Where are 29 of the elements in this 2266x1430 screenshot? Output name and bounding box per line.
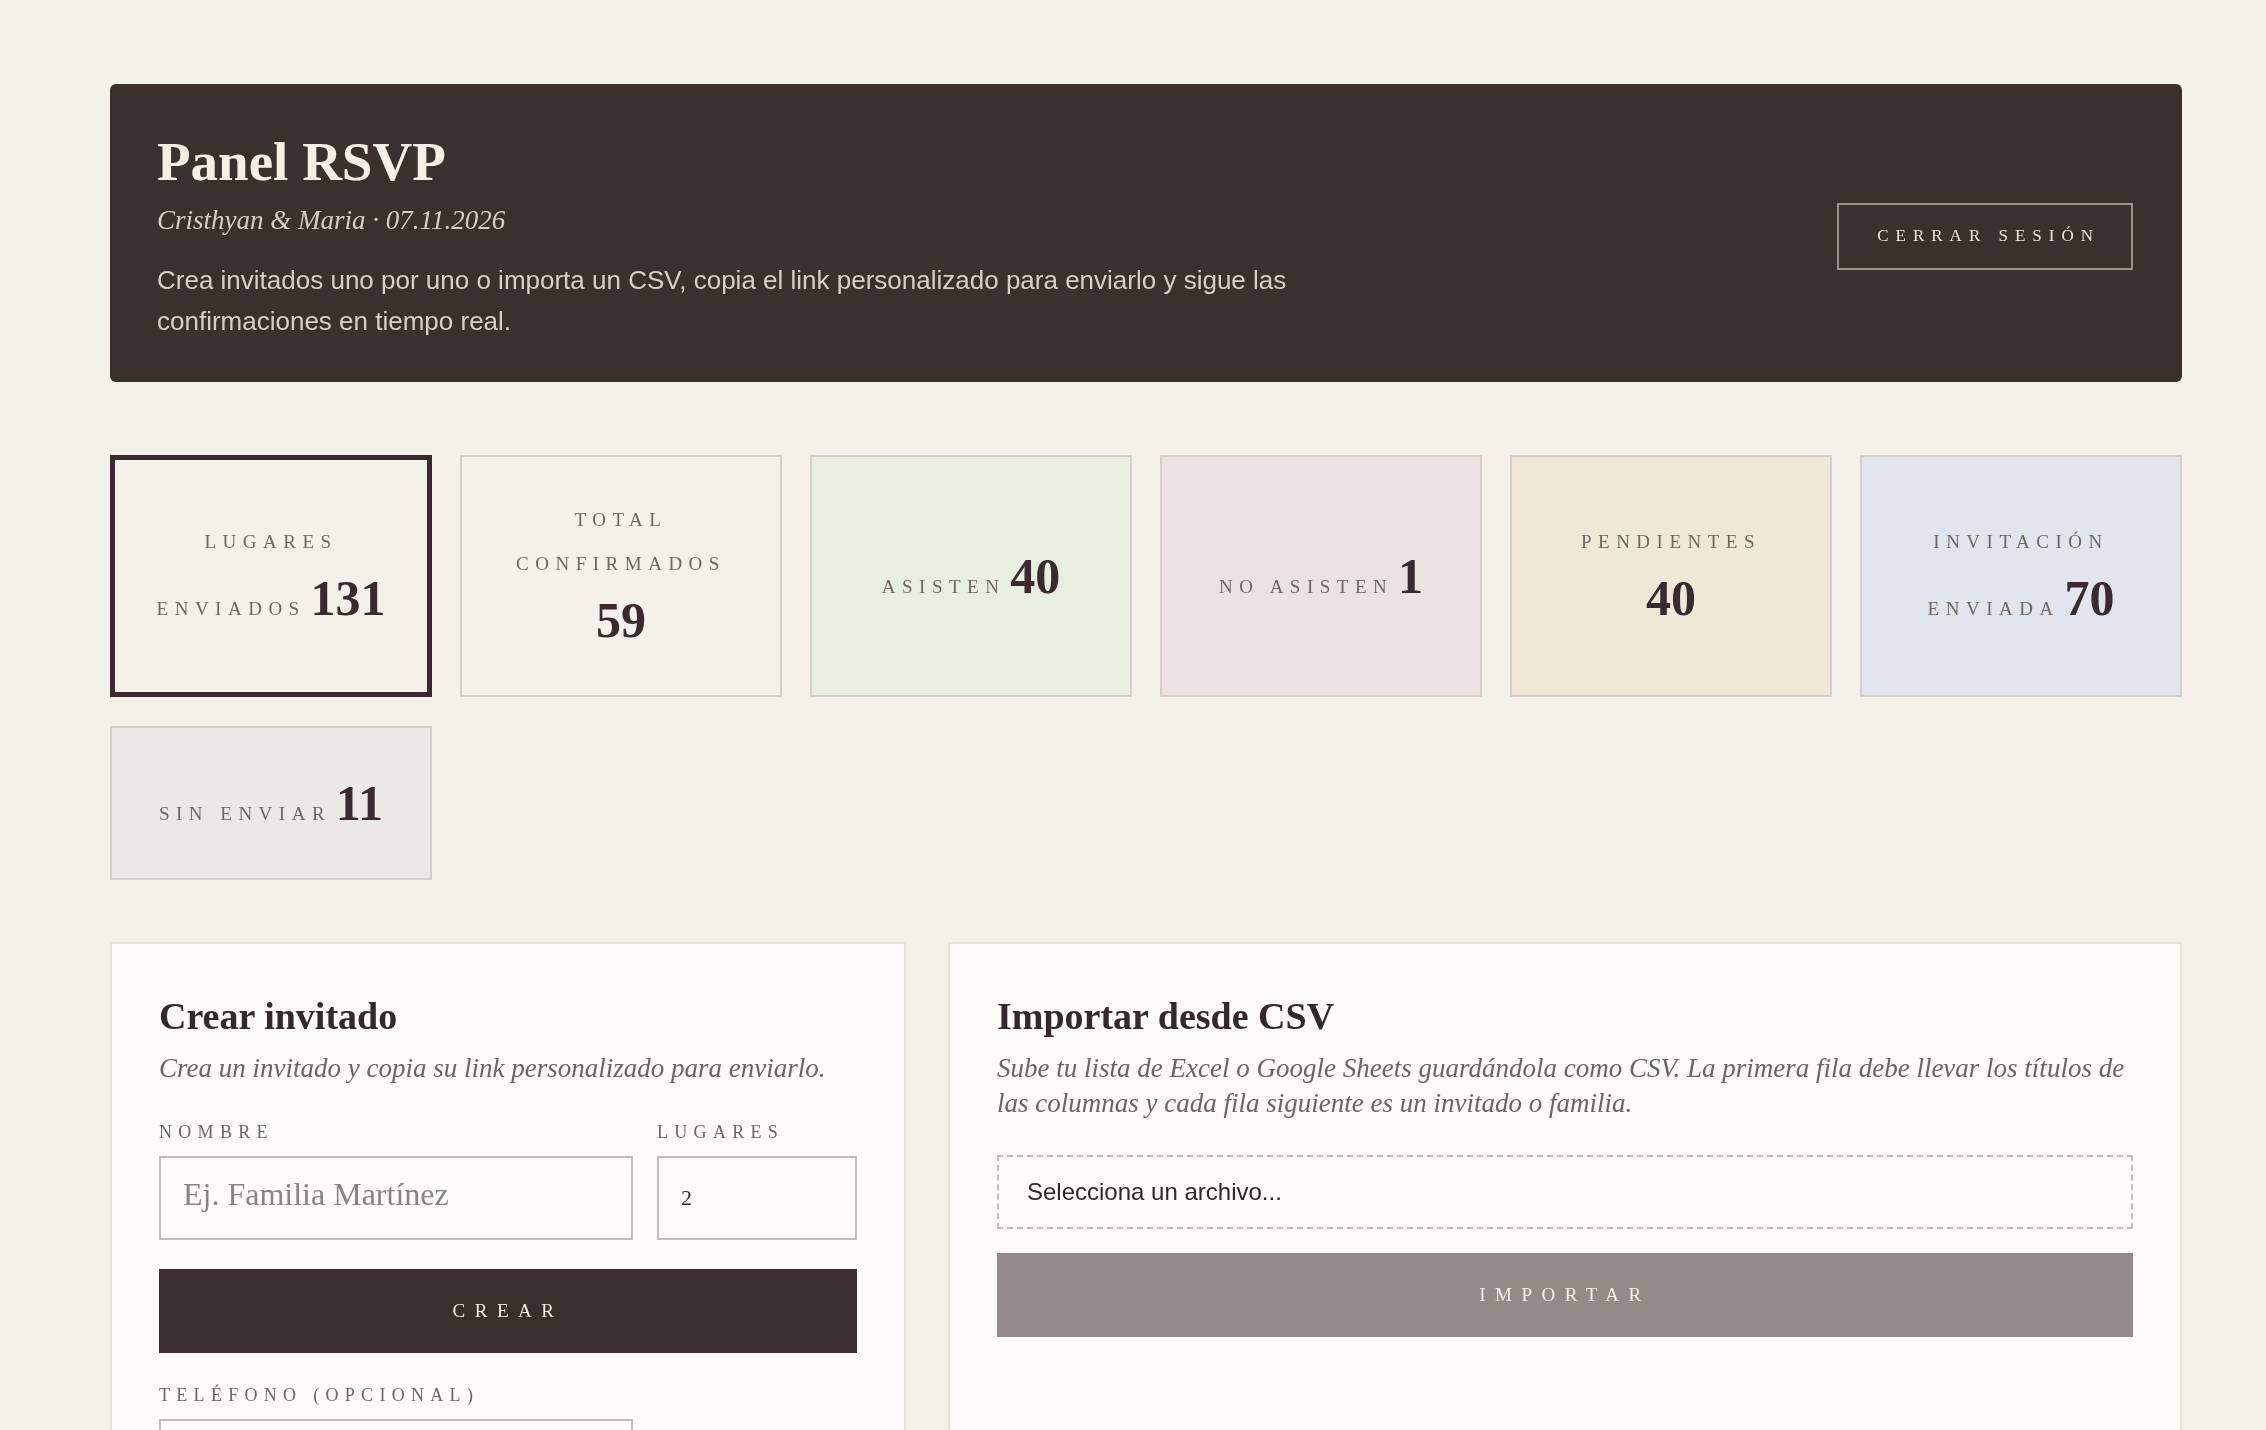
stat-card[interactable]: SIN ENVIAR 11: [110, 726, 432, 880]
stat-text: TOTAL CONFIRMADOS 59: [515, 508, 727, 650]
panel-description: Sube tu lista de Excel o Google Sheets guardándola como CSV. La primera fila debe llevar los títulos de las columnas y cada fila siguiente es un invitado o familia.: [997, 1052, 2126, 1120]
page-title: Panel RSVP: [157, 130, 447, 194]
field-label: LUGARES: [657, 1121, 785, 1144]
stat-text: INVITACIÓN ENVIADA 70: [1926, 530, 2116, 628]
create-button[interactable]: CREAR: [159, 1269, 857, 1353]
stat-card[interactable]: ASISTEN 40: [810, 455, 1132, 697]
field-label: NOMBRE: [159, 1121, 274, 1144]
panel-title: Crear invitado: [159, 994, 399, 1039]
stat-text: SIN ENVIAR 11: [158, 774, 384, 833]
logout-button[interactable]: CERRAR SESIÓN: [1837, 202, 2133, 270]
header-description: Crea invitados uno por uno o importa un CSV, copia el link personalizado para enviarlo y sigue las confirmaciones en tiempo real.: [157, 264, 1288, 338]
stat-card[interactable]: NO ASISTEN 1: [1160, 455, 1482, 697]
panel-description: Crea un invitado y copia su link personalizado para enviarlo.: [159, 1052, 827, 1085]
input-field[interactable]: 2: [657, 1156, 857, 1240]
stat-card[interactable]: LUGARES ENVIADOS 131: [110, 455, 432, 697]
stat-card[interactable]: INVITACIÓN ENVIADA 70: [1860, 455, 2182, 697]
field-label: TELÉFONO (OPCIONAL): [159, 1383, 481, 1407]
stat-text: PENDIENTES 40: [1579, 530, 1763, 628]
stat-text: LUGARES ENVIADOS 131: [155, 530, 387, 628]
panel-title: Importar desde CSV: [997, 994, 1336, 1039]
event-subtitle: Cristhyan & Maria · 07.11.2026: [157, 204, 507, 237]
file-field[interactable]: Selecciona un archivo...: [997, 1155, 2133, 1229]
stat-text: NO ASISTEN 1: [1219, 547, 1423, 606]
input-field[interactable]: Ej. Familia Martínez: [159, 1156, 633, 1240]
stat-card[interactable]: TOTAL CONFIRMADOS 59: [460, 455, 782, 697]
stat-card[interactable]: PENDIENTES 40: [1510, 455, 1832, 697]
stat-text: ASISTEN 40: [881, 547, 1061, 606]
